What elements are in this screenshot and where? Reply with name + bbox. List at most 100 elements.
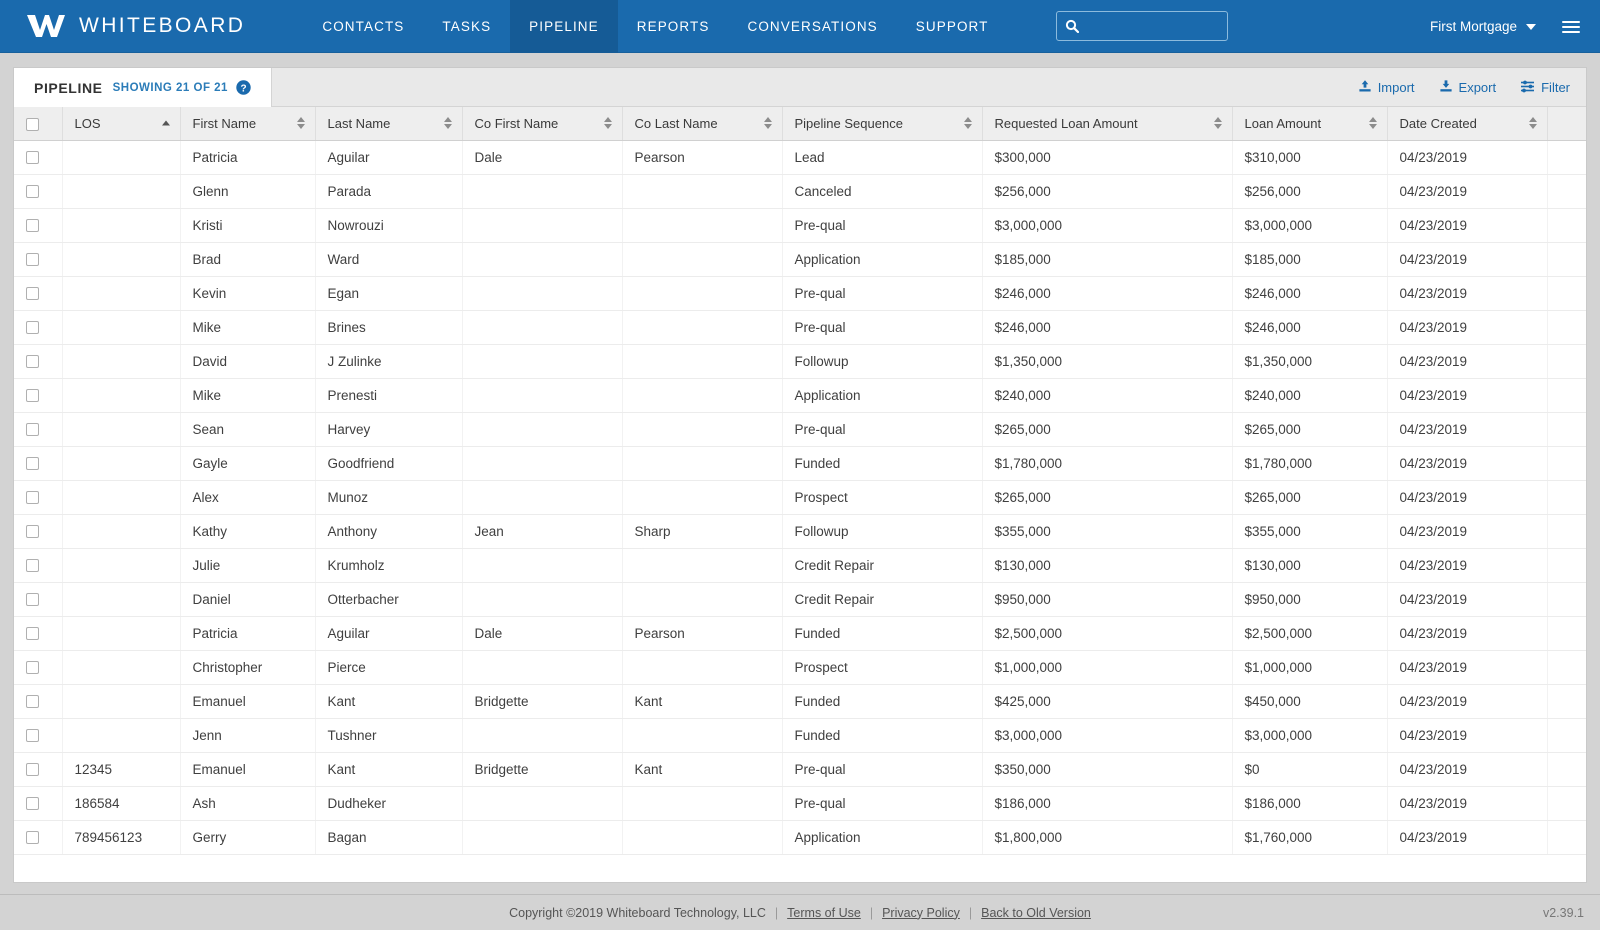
row-checkbox[interactable]	[26, 729, 39, 743]
column-header-pipeline-sequence[interactable]: Pipeline Sequence	[782, 107, 983, 141]
terms-of-use-link[interactable]: Terms of Use	[787, 906, 861, 920]
row-checkbox[interactable]	[26, 695, 39, 709]
nav-item-pipeline[interactable]: PIPELINE	[510, 0, 618, 53]
table-row[interactable]: Kevin Egan Pre-qual $246,000 $246,000 04…	[14, 276, 1586, 311]
column-header-co-last-name[interactable]: Co Last Name	[622, 107, 783, 141]
column-header-first-name[interactable]: First Name	[180, 107, 316, 141]
select-all-checkbox[interactable]	[26, 117, 39, 131]
row-select-cell[interactable]	[14, 412, 63, 447]
row-select-cell[interactable]	[14, 344, 63, 379]
row-checkbox[interactable]	[26, 797, 39, 811]
help-circle-icon[interactable]: ?	[236, 80, 251, 95]
row-checkbox[interactable]	[26, 831, 39, 845]
row-checkbox[interactable]	[26, 457, 39, 471]
table-row[interactable]: Brad Ward Application $185,000 $185,000 …	[14, 242, 1586, 277]
row-checkbox[interactable]	[26, 491, 39, 505]
table-row[interactable]: Mike Brines Pre-qual $246,000 $246,000 0…	[14, 310, 1586, 345]
row-checkbox[interactable]	[26, 151, 39, 165]
table-row[interactable]: Kristi Nowrouzi Pre-qual $3,000,000 $3,0…	[14, 208, 1586, 243]
row-select-cell[interactable]	[14, 174, 63, 209]
row-select-cell[interactable]	[14, 650, 63, 685]
table-row[interactable]: Gayle Goodfriend Funded $1,780,000 $1,78…	[14, 446, 1586, 481]
table-row[interactable]: Patricia Aguilar Dale Pearson Funded $2,…	[14, 616, 1586, 651]
brand-logo[interactable]: WHITEBOARD	[0, 13, 275, 39]
sort-toggle-icon[interactable]	[1368, 117, 1377, 130]
table-row[interactable]: Alex Munoz Prospect $265,000 $265,000 04…	[14, 480, 1586, 515]
table-row[interactable]: 186584 Ash Dudheker Pre-qual $186,000 $1…	[14, 786, 1586, 821]
sort-toggle-icon[interactable]	[1213, 117, 1222, 130]
row-checkbox[interactable]	[26, 763, 39, 777]
table-row[interactable]: Julie Krumholz Credit Repair $130,000 $1…	[14, 548, 1586, 583]
table-row[interactable]: 12345 Emanuel Kant Bridgette Kant Pre-qu…	[14, 752, 1586, 787]
nav-item-support[interactable]: SUPPORT	[897, 0, 1008, 53]
column-header-date-created[interactable]: Date Created	[1387, 107, 1548, 141]
sort-toggle-icon[interactable]	[1528, 117, 1537, 130]
sort-toggle-icon[interactable]	[296, 117, 305, 130]
column-header-los[interactable]: LOS	[62, 107, 181, 141]
row-checkbox[interactable]	[26, 661, 39, 675]
table-row[interactable]: Sean Harvey Pre-qual $265,000 $265,000 0…	[14, 412, 1586, 447]
row-checkbox[interactable]	[26, 627, 39, 641]
table-row[interactable]: Emanuel Kant Bridgette Kant Funded $425,…	[14, 684, 1586, 719]
sort-ascending-icon[interactable]	[161, 120, 170, 126]
row-select-cell[interactable]	[14, 446, 63, 481]
row-checkbox[interactable]	[26, 253, 39, 267]
sort-toggle-icon[interactable]	[963, 117, 972, 130]
hamburger-menu-icon[interactable]	[1562, 20, 1580, 33]
table-row[interactable]: Glenn Parada Canceled $256,000 $256,000 …	[14, 174, 1586, 209]
row-checkbox[interactable]	[26, 525, 39, 539]
sort-toggle-icon[interactable]	[443, 117, 452, 130]
row-select-cell[interactable]	[14, 140, 63, 175]
row-checkbox[interactable]	[26, 219, 39, 233]
row-select-cell[interactable]	[14, 820, 63, 855]
search-box[interactable]	[1055, 11, 1228, 41]
select-all-header[interactable]	[14, 107, 63, 141]
nav-item-conversations[interactable]: CONVERSATIONS	[728, 0, 896, 53]
table-row[interactable]: Christopher Pierce Prospect $1,000,000 $…	[14, 650, 1586, 685]
row-select-cell[interactable]	[14, 514, 63, 549]
nav-item-reports[interactable]: REPORTS	[618, 0, 729, 53]
row-select-cell[interactable]	[14, 276, 63, 311]
back-to-old-version-link[interactable]: Back to Old Version	[981, 906, 1091, 920]
row-select-cell[interactable]	[14, 752, 63, 787]
table-row[interactable]: Patricia Aguilar Dale Pearson Lead $300,…	[14, 140, 1586, 175]
row-select-cell[interactable]	[14, 718, 63, 753]
column-header-loan-amount[interactable]: Loan Amount	[1232, 107, 1388, 141]
table-row[interactable]: 789456123 Gerry Bagan Application $1,800…	[14, 820, 1586, 855]
column-header-co-first-name[interactable]: Co First Name	[462, 107, 623, 141]
table-row[interactable]: Kathy Anthony Jean Sharp Followup $355,0…	[14, 514, 1586, 549]
column-header-requested-loan-amount[interactable]: Requested Loan Amount	[982, 107, 1233, 141]
table-row[interactable]: Mike Prenesti Application $240,000 $240,…	[14, 378, 1586, 413]
table-row[interactable]: Daniel Otterbacher Credit Repair $950,00…	[14, 582, 1586, 617]
row-select-cell[interactable]	[14, 242, 63, 277]
column-header-last-name[interactable]: Last Name	[315, 107, 463, 141]
row-select-cell[interactable]	[14, 684, 63, 719]
row-checkbox[interactable]	[26, 423, 39, 437]
row-select-cell[interactable]	[14, 310, 63, 345]
row-select-cell[interactable]	[14, 616, 63, 651]
row-checkbox[interactable]	[26, 321, 39, 335]
row-checkbox[interactable]	[26, 389, 39, 403]
import-button[interactable]: Import	[1358, 79, 1415, 96]
row-checkbox[interactable]	[26, 559, 39, 573]
account-menu[interactable]: First Mortgage	[1430, 19, 1536, 34]
row-checkbox[interactable]	[26, 287, 39, 301]
row-select-cell[interactable]	[14, 582, 63, 617]
sort-toggle-icon[interactable]	[603, 117, 612, 130]
search-input[interactable]	[1082, 17, 1219, 35]
nav-item-tasks[interactable]: TASKS	[423, 0, 510, 53]
row-checkbox[interactable]	[26, 185, 39, 199]
table-row[interactable]: David J Zulinke Followup $1,350,000 $1,3…	[14, 344, 1586, 379]
sort-toggle-icon[interactable]	[763, 117, 772, 130]
row-checkbox[interactable]	[26, 593, 39, 607]
table-row[interactable]: Jenn Tushner Funded $3,000,000 $3,000,00…	[14, 718, 1586, 753]
row-select-cell[interactable]	[14, 208, 63, 243]
row-select-cell[interactable]	[14, 548, 63, 583]
tab-pipeline[interactable]: PIPELINE SHOWING 21 OF 21 ?	[14, 68, 272, 107]
privacy-policy-link[interactable]: Privacy Policy	[882, 906, 960, 920]
export-button[interactable]: Export	[1439, 79, 1496, 96]
row-select-cell[interactable]	[14, 480, 63, 515]
row-select-cell[interactable]	[14, 786, 63, 821]
row-checkbox[interactable]	[26, 355, 39, 369]
filter-button[interactable]: Filter	[1520, 79, 1570, 96]
